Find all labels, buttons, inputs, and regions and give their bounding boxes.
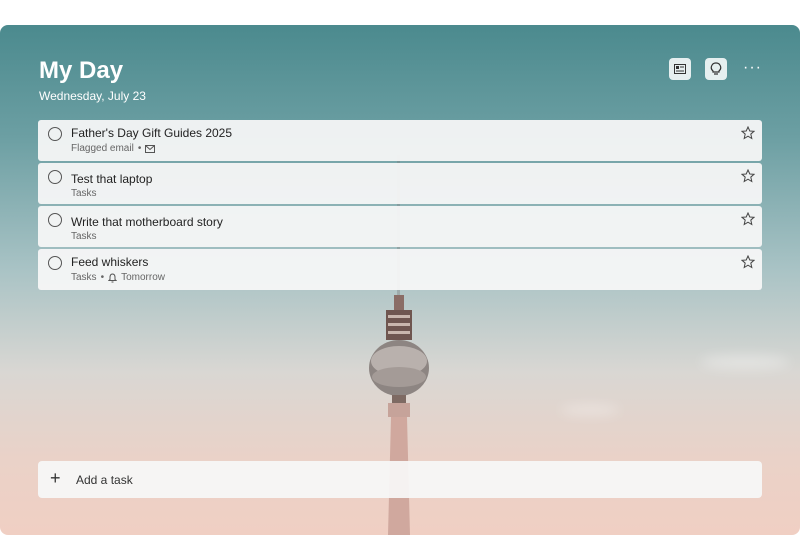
star-icon[interactable] [741,169,755,183]
todo-window: My Day Wednesday, July 23 ··· Father's D… [0,25,800,535]
task-row[interactable]: Father's Day Gift Guides 2025 Flagged em… [38,120,762,161]
task-list: Father's Day Gift Guides 2025 Flagged em… [38,120,762,292]
task-row[interactable]: Feed whiskers Tasks • Tomorrow [38,249,762,290]
star-icon[interactable] [741,126,755,140]
task-title: Write that motherboard story [71,215,223,229]
more-options-button[interactable]: ··· [743,59,762,77]
mail-icon [145,144,156,153]
separator-dot: • [137,143,142,154]
task-title: Test that laptop [71,172,153,186]
task-title: Feed whiskers [71,255,149,269]
complete-checkbox[interactable] [48,256,62,270]
complete-checkbox[interactable] [48,127,62,141]
suggestions-button[interactable] [705,58,727,80]
plus-icon: + [50,468,61,488]
lightbulb-icon [710,62,722,75]
task-subtitle: Flagged email • [71,143,156,154]
complete-checkbox[interactable] [48,170,62,184]
complete-checkbox[interactable] [48,213,62,227]
task-subtitle: Tasks [71,188,97,199]
task-subtitle: Tasks [71,231,97,242]
task-title: Father's Day Gift Guides 2025 [71,126,233,140]
task-row[interactable]: Write that motherboard story Tasks [38,206,762,247]
task-list-name: Tasks [71,272,97,283]
reminder-date: Tomorrow [121,272,165,283]
background-image-icon [674,64,686,74]
background-button[interactable] [669,58,691,80]
page-title: My Day [39,57,124,84]
separator-dot: • [100,272,105,283]
task-row[interactable]: Test that laptop Tasks [38,163,762,204]
add-task-bar[interactable]: + Add a task [38,461,762,498]
task-list-name: Tasks [71,188,97,199]
task-list-name: Tasks [71,231,97,242]
more-icon: ··· [743,59,762,76]
star-icon[interactable] [741,212,755,226]
star-icon[interactable] [741,255,755,269]
cloud [700,355,790,369]
add-task-input[interactable]: Add a task [76,473,133,487]
task-subtitle: Tasks • Tomorrow [71,272,165,283]
bell-icon [108,272,118,282]
cloud [560,405,620,415]
task-list-name: Flagged email [71,143,134,154]
page-date: Wednesday, July 23 [39,89,146,103]
